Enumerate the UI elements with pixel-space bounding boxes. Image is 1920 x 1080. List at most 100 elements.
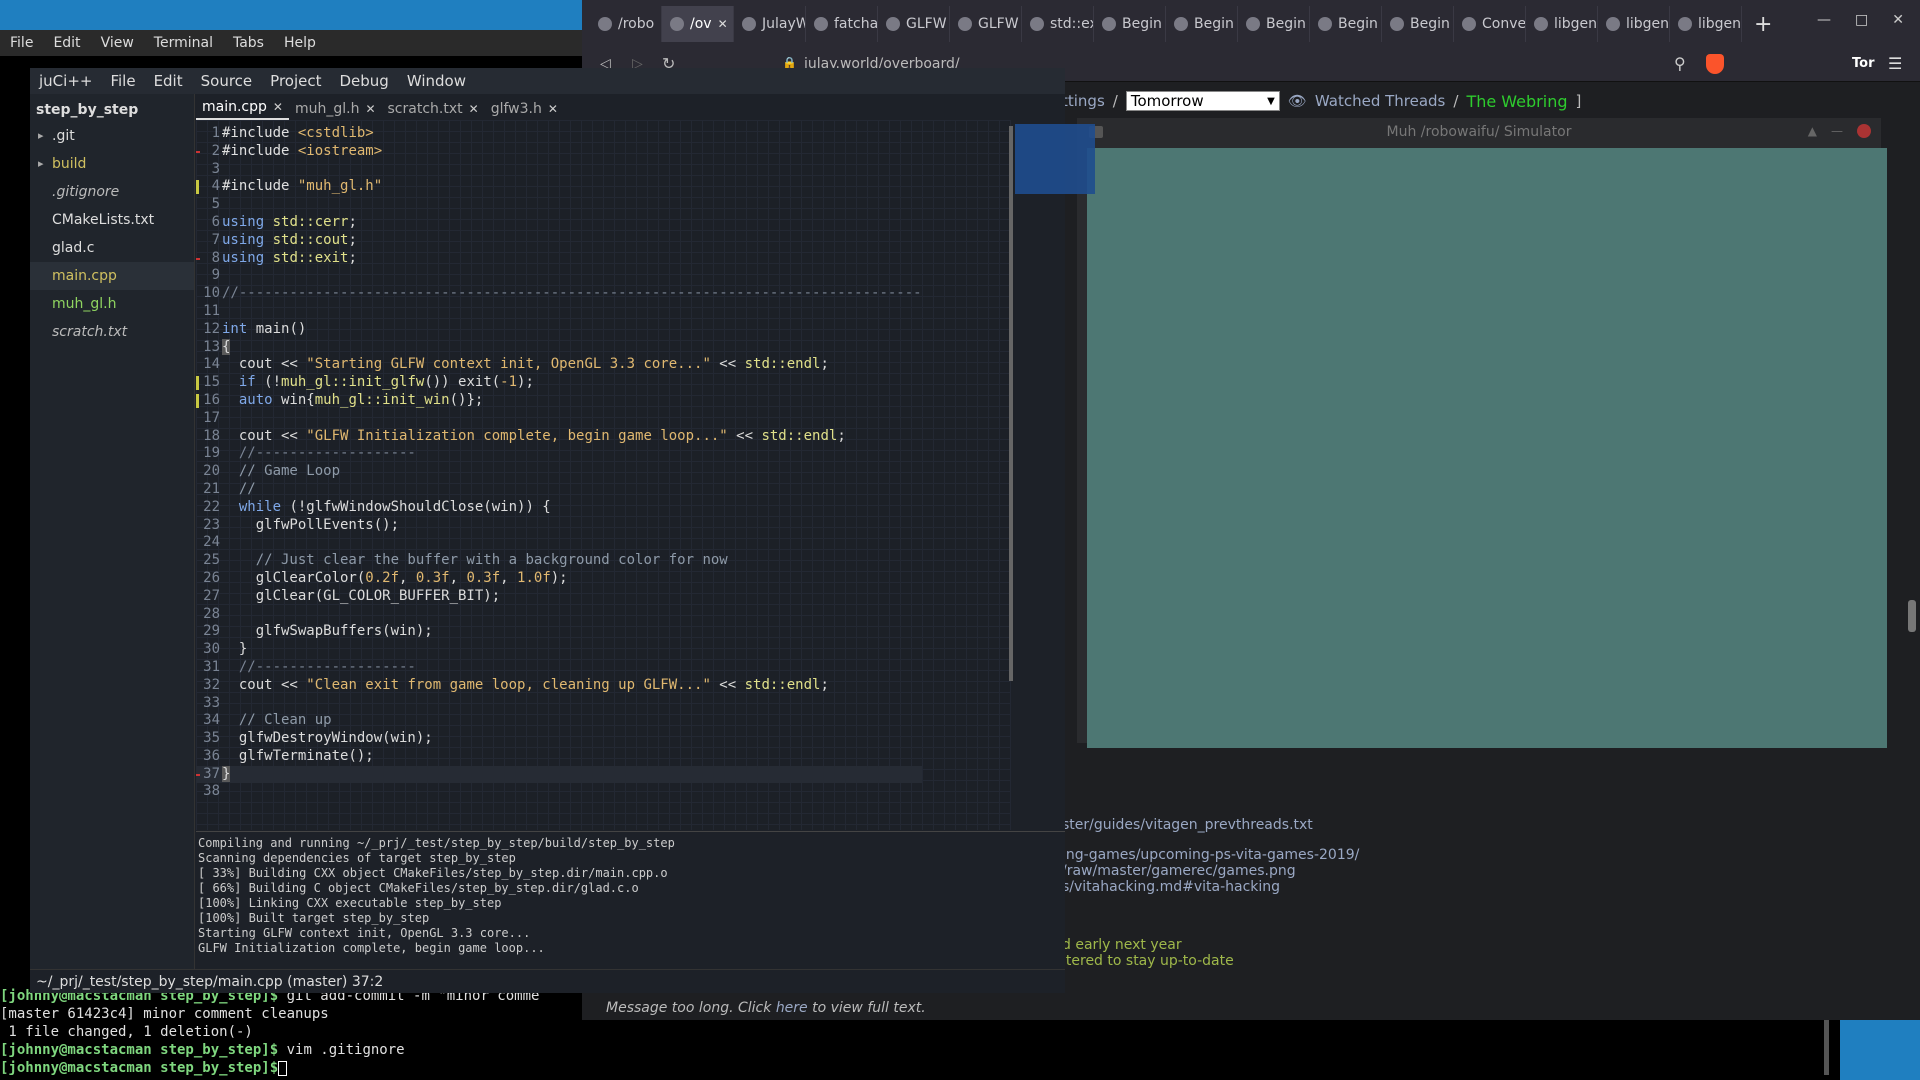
menu-project[interactable]: Project	[261, 72, 330, 90]
code-line[interactable]: 38	[196, 783, 922, 801]
code-line[interactable]: 11	[196, 303, 922, 321]
new-tab-icon[interactable]: +	[1742, 12, 1784, 37]
code-line[interactable]: 30 }	[196, 641, 922, 659]
code-line[interactable]: 26 glClearColor(0.2f, 0.3f, 0.3f, 1.0f);	[196, 570, 922, 588]
terminal-titlebar[interactable]	[0, 0, 582, 30]
code-line[interactable]: 32 cout << "Clean exit from game loop, c…	[196, 677, 922, 695]
file-tree-item[interactable]: .git	[30, 122, 194, 150]
code-line[interactable]: 22 while (!glfwWindowShouldClose(win)) {	[196, 499, 922, 517]
code-line[interactable]: 35 glfwDestroyWindow(win);	[196, 730, 922, 748]
simulator-window[interactable]: Muh /robowaifu/ Simulator ▲ —	[1077, 118, 1887, 748]
code-line[interactable]: 36 glfwTerminate();	[196, 748, 922, 766]
post-link[interactable]: ing-games/upcoming-ps-vita-games-2019/	[1062, 847, 1359, 863]
browser-tab[interactable]: GLFW	[878, 6, 950, 42]
browser-tab[interactable]: libgen	[1526, 6, 1598, 42]
code-line[interactable]: 13{	[196, 338, 922, 357]
file-tree-item[interactable]: muh_gl.h	[30, 290, 194, 318]
browser-tab[interactable]: Begin	[1094, 6, 1166, 42]
browser-tab[interactable]: Begin	[1238, 6, 1310, 42]
file-tree-item[interactable]: glad.c	[30, 234, 194, 262]
code-line[interactable]: 10//------------------------------------…	[196, 285, 921, 303]
code-line[interactable]: 18 cout << "GLFW Initialization complete…	[196, 428, 922, 446]
browser-tab[interactable]: Conve	[1454, 6, 1526, 42]
browser-tab[interactable]: libgen	[1598, 6, 1670, 42]
code-line[interactable]: 16 auto win{muh_gl::init_win()};	[196, 392, 922, 410]
code-line[interactable]: 33	[196, 695, 922, 713]
code-line[interactable]: 25 // Just clear the buffer with a backg…	[196, 552, 922, 570]
minimize-icon[interactable]: —	[1831, 124, 1843, 138]
post-link[interactable]: /raw/master/gamerec/games.png	[1062, 863, 1359, 879]
code-line[interactable]: 2 #include <iostream>	[196, 143, 922, 161]
code-line[interactable]: 21 //	[196, 481, 922, 499]
menu-edit[interactable]: Edit	[145, 72, 192, 90]
close-icon[interactable]	[1857, 124, 1871, 138]
terminal-menu-help[interactable]: Help	[274, 35, 326, 51]
minimize-icon[interactable]: —	[1817, 12, 1831, 28]
browser-tab[interactable]: GLFW	[950, 6, 1022, 42]
tab-close-icon[interactable]: ✕	[365, 102, 375, 116]
code-line[interactable]: 8 using std::exit;	[196, 250, 922, 268]
hamburger-menu-icon[interactable]: ☰	[1888, 54, 1902, 73]
code-minimap[interactable]	[1015, 124, 1095, 194]
code-line[interactable]: 9	[196, 267, 922, 285]
tab-close-icon[interactable]: ✕	[273, 100, 283, 114]
browser-tab[interactable]: Begin	[1166, 6, 1238, 42]
post-link[interactable]: ster/guides/vitagen_prevthreads.txt	[1062, 817, 1359, 833]
code-line[interactable]: 17	[196, 410, 922, 428]
menu-window[interactable]: Window	[398, 72, 475, 90]
terminal-scrollbar[interactable]	[1824, 1020, 1829, 1075]
terminal-menu-edit[interactable]: Edit	[43, 35, 90, 51]
file-tree[interactable]: step_by_step.gitbuild.gitignoreCMakeList…	[30, 94, 195, 969]
code-line[interactable]: 28	[196, 606, 922, 624]
code-line[interactable]: 6 using std::cerr;	[196, 214, 922, 232]
terminal-menu-file[interactable]: File	[0, 35, 43, 51]
code-line[interactable]: 31 //-------------------	[196, 659, 922, 677]
code-line[interactable]: 7 using std::cout;	[196, 232, 922, 250]
browser-tab[interactable]: fatcha	[806, 6, 878, 42]
shade-icon[interactable]: ▲	[1808, 124, 1817, 138]
terminal-menu-terminal[interactable]: Terminal	[144, 35, 223, 51]
code-line[interactable]: 5	[196, 196, 922, 214]
code-line[interactable]: 12 int main()	[196, 321, 922, 339]
browser-tab[interactable]: std::ex	[1022, 6, 1094, 42]
brave-shield-icon[interactable]	[1706, 54, 1724, 74]
post-link[interactable]: s/vitahacking.md#vita-hacking	[1062, 879, 1359, 895]
code-lines[interactable]: 1 #include <cstdlib> 2 #include <iostream> 3…	[196, 125, 922, 801]
browser-tab[interactable]: Begin	[1382, 6, 1454, 42]
menu-app[interactable]: juCi++	[30, 72, 101, 90]
file-tree-item[interactable]: build	[30, 150, 194, 178]
tab-close-icon[interactable]: ✕	[548, 102, 558, 116]
maximize-icon[interactable]: □	[1855, 12, 1868, 28]
browser-tab[interactable]: Begin	[1310, 6, 1382, 42]
scrollbar-thumb[interactable]	[1908, 600, 1916, 632]
editor-scrollbar[interactable]	[1009, 126, 1013, 681]
menu-source[interactable]: Source	[192, 72, 262, 90]
page-scrollbar[interactable]	[1904, 82, 1920, 1020]
tab-close-icon[interactable]: ✕	[469, 102, 479, 116]
tab-close-icon[interactable]: ✕	[718, 17, 728, 31]
close-icon[interactable]: ✕	[1892, 12, 1904, 28]
code-line[interactable]: 19 //-------------------	[196, 445, 922, 463]
code-line[interactable]: 4 #include "muh_gl.h"	[196, 178, 922, 196]
browser-tab[interactable]: /robo✕	[590, 6, 662, 42]
browser-tab[interactable]: libgen	[1670, 6, 1742, 42]
editor-tab[interactable]: glfw3.h ✕	[485, 99, 564, 120]
code-line[interactable]: 15 if (!muh_gl::init_glfw()) exit(-1);	[196, 374, 922, 392]
code-line[interactable]: 37}	[196, 765, 922, 784]
code-line[interactable]: 14 cout << "Starting GLFW context init, …	[196, 356, 922, 374]
build-output[interactable]: Compiling and running ~/_prj/_test/step_…	[196, 831, 1065, 969]
file-tree-item[interactable]: main.cpp	[30, 262, 194, 290]
tor-badge[interactable]: Tor	[1852, 56, 1874, 71]
editor-tab[interactable]: main.cpp ✕	[196, 97, 289, 120]
ide-window[interactable]: juCi++ File Edit Source Project Debug Wi…	[30, 68, 1095, 993]
browser-tab[interactable]: /ov ✕	[662, 6, 734, 42]
editor-tab[interactable]: muh_gl.h ✕	[289, 99, 382, 120]
menu-file[interactable]: File	[101, 72, 144, 90]
theme-select[interactable]: Tomorrow ▼	[1125, 91, 1280, 111]
menu-debug[interactable]: Debug	[330, 72, 397, 90]
code-line[interactable]: 23 glfwPollEvents();	[196, 517, 922, 535]
gl-canvas[interactable]	[1087, 148, 1887, 748]
browser-tab[interactable]: JulayW	[734, 6, 806, 42]
code-line[interactable]: 34 // Clean up	[196, 712, 922, 730]
code-line[interactable]: 29 glfwSwapBuffers(win);	[196, 623, 922, 641]
